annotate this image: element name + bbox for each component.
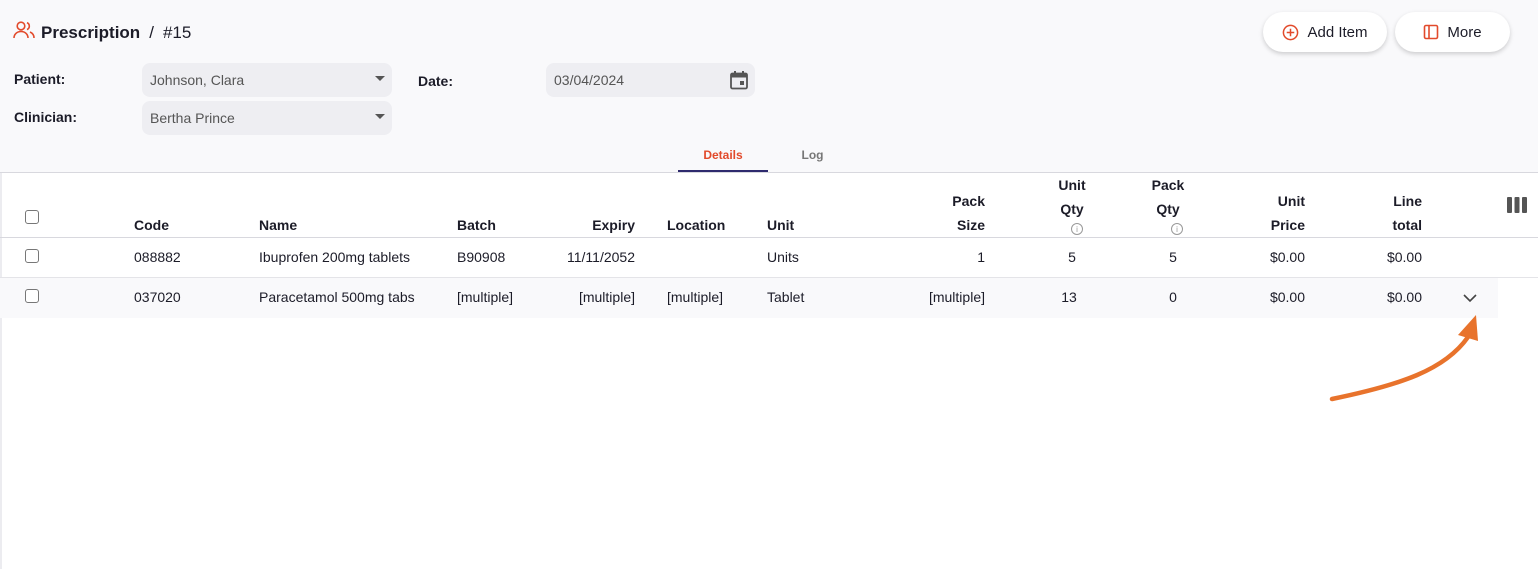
cell-name: Paracetamol 500mg tabs — [259, 289, 415, 305]
column-header-batch[interactable]: Batch — [457, 213, 496, 237]
column-header-unit-qty-line2[interactable]: Qty — [1032, 197, 1112, 221]
left-edge — [0, 173, 2, 569]
tab-log[interactable]: Log — [775, 148, 850, 162]
cell-pack-qty: 5 — [1169, 249, 1177, 265]
more-button[interactable]: More — [1395, 12, 1510, 52]
date-value: 03/04/2024 — [554, 72, 625, 88]
column-header-code[interactable]: Code — [134, 213, 169, 237]
cell-unit: Units — [767, 249, 799, 265]
cell-batch: [multiple] — [457, 289, 514, 305]
clinician-label: Clinician: — [14, 109, 78, 125]
patient-label: Patient: — [14, 71, 66, 87]
breadcrumb: Prescription / #15 — [13, 20, 191, 45]
row-checkbox[interactable] — [25, 289, 39, 303]
cell-pack-qty: 0 — [1169, 289, 1177, 305]
patient-select[interactable]: Johnson, Clara — [142, 63, 392, 97]
prescription-number: #15 — [162, 22, 192, 42]
clinician-value: Bertha Prince — [150, 110, 235, 126]
cell-unit-qty: 5 — [1068, 249, 1076, 265]
tabs-divider — [0, 172, 1538, 173]
select-all-checkbox[interactable] — [25, 210, 39, 224]
people-icon — [13, 20, 35, 45]
column-header-pack-size-line1[interactable]: Pack — [905, 189, 985, 213]
column-header-pack-size-line2[interactable]: Size — [905, 213, 985, 237]
add-item-label: Add Item — [1307, 23, 1368, 41]
cell-unit-price: $0.00 — [1269, 249, 1305, 265]
sidebar-panel-icon — [1424, 24, 1439, 40]
cell-name: Ibuprofen 200mg tablets — [259, 249, 410, 265]
column-header-unit-price-line1[interactable]: Unit — [1225, 189, 1305, 213]
column-header-pack-qty-line2[interactable]: Qty — [1128, 197, 1208, 221]
add-item-button[interactable]: Add Item — [1263, 12, 1387, 52]
cell-pack-size: [multiple] — [928, 289, 985, 305]
annotation-arrow-icon — [1329, 315, 1478, 402]
clinician-select[interactable]: Bertha Prince — [142, 101, 392, 135]
cell-code: 037020 — [134, 289, 181, 305]
column-header-line-total-line2[interactable]: total — [1342, 213, 1422, 237]
cell-pack-size: 1 — [977, 249, 985, 265]
column-header-line-total-line1[interactable]: Line — [1342, 189, 1422, 213]
column-header-unit-qty-line1[interactable]: Unit — [1032, 173, 1112, 197]
date-input[interactable]: 03/04/2024 — [546, 63, 755, 97]
column-picker-icon[interactable] — [1507, 196, 1529, 219]
info-icon[interactable]: i — [1071, 223, 1083, 235]
column-header-expiry[interactable]: Expiry — [555, 213, 635, 237]
plus-circle-icon — [1283, 24, 1299, 40]
cell-expiry: 11/11/2052 — [567, 249, 635, 265]
column-header-name[interactable]: Name — [259, 213, 297, 237]
patient-value: Johnson, Clara — [150, 72, 245, 88]
cell-unit-price: $0.00 — [1269, 289, 1305, 305]
column-header-unit-price-line2[interactable]: Price — [1225, 213, 1305, 237]
info-icon[interactable]: i — [1171, 223, 1183, 235]
cell-batch: B90908 — [457, 249, 506, 265]
tab-details[interactable]: Details — [678, 148, 768, 162]
cell-unit-qty: 13 — [1061, 289, 1077, 305]
dropdown-caret-icon — [375, 114, 385, 119]
cell-location: [multiple] — [667, 289, 724, 305]
dropdown-caret-icon — [375, 76, 385, 81]
date-label: Date: — [418, 73, 454, 89]
cell-expiry: [multiple] — [578, 289, 635, 305]
cell-line-total: $0.00 — [1386, 289, 1422, 305]
header-divider — [0, 237, 1538, 238]
row-checkbox[interactable] — [25, 249, 39, 263]
column-header-location[interactable]: Location — [667, 213, 725, 237]
column-header-pack-qty-line1[interactable]: Pack — [1128, 173, 1208, 197]
cell-line-total: $0.00 — [1386, 249, 1422, 265]
page-title[interactable]: Prescription — [41, 23, 140, 43]
cell-code: 088882 — [134, 249, 181, 265]
breadcrumb-separator: / — [149, 22, 154, 42]
more-label: More — [1447, 23, 1482, 41]
column-header-unit[interactable]: Unit — [767, 213, 794, 237]
calendar-icon[interactable] — [729, 70, 749, 93]
cell-unit: Tablet — [767, 289, 805, 305]
